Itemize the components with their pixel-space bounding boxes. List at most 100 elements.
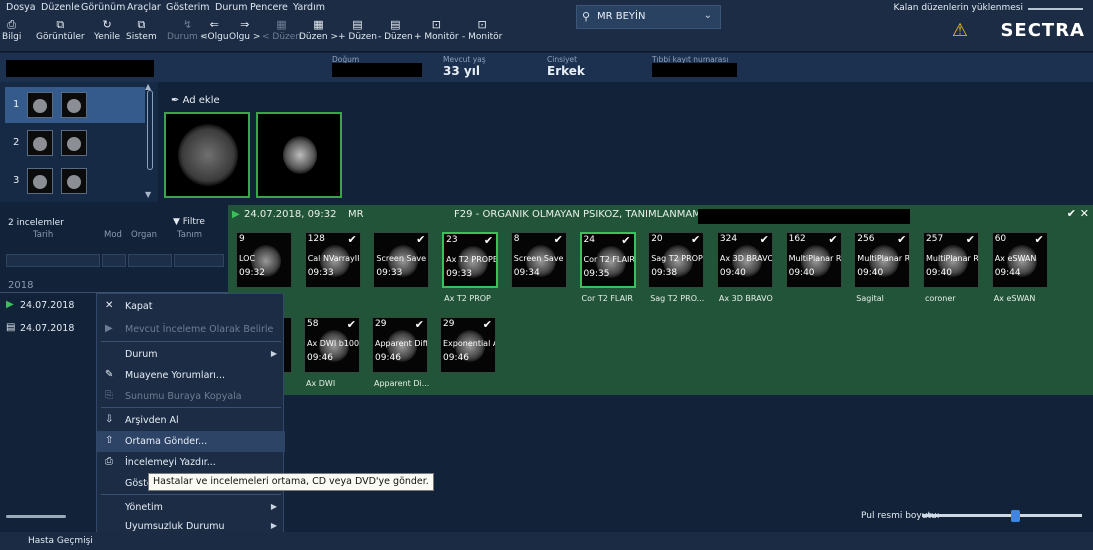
context-menu-item[interactable]: ✕ Kapat bbox=[97, 296, 285, 317]
study-row[interactable]: ▤ 24.07.2018 bbox=[4, 320, 94, 338]
column-modality[interactable]: Mod bbox=[104, 230, 122, 240]
history-tab[interactable]: Hasta Geçmişi bbox=[28, 536, 93, 546]
modality-filter-input[interactable] bbox=[102, 254, 126, 267]
toolbar-button[interactable]: ⊡ - Monitör bbox=[462, 18, 502, 42]
series-thumbnail[interactable]: 60 Ax eSWAN 09:44 ✔ bbox=[991, 232, 1048, 288]
menu-help[interactable]: Yardım bbox=[293, 2, 325, 13]
toolbar-button[interactable]: ⎙ Bilgi bbox=[2, 18, 21, 42]
prev-case-icon: ⇐ bbox=[209, 18, 219, 31]
remove-layout-icon: ▤ bbox=[390, 18, 401, 31]
checkmark-icon: ✔ bbox=[414, 318, 424, 331]
series-thumbnail[interactable]: 257 MultiPlanar R 09:40 ✔ bbox=[923, 232, 979, 288]
series-time: 09:40 bbox=[719, 268, 746, 278]
toolbar-button[interactable]: ▤ - Düzen bbox=[378, 18, 413, 42]
image-thumbnail[interactable] bbox=[164, 112, 250, 198]
context-menu-item[interactable]: ⎙ İncelemeyi Yazdır... bbox=[97, 452, 285, 473]
series-caption: Sagital bbox=[856, 294, 884, 303]
series-thumbnail[interactable]: 162 MultiPlanar R 09:40 ✔ bbox=[785, 232, 842, 288]
study-row[interactable]: ▶ 24.07.2018 bbox=[4, 297, 94, 315]
series-thumbnail[interactable]: 9 LOC 09:32 bbox=[236, 232, 292, 288]
date-filter-input[interactable] bbox=[6, 254, 100, 267]
bottom-bar bbox=[0, 532, 1093, 550]
context-menu-item[interactable]: ⇧ Ortama Gönder... bbox=[97, 431, 285, 452]
menu-file[interactable]: Dosya bbox=[6, 2, 36, 13]
image-thumbnail[interactable] bbox=[256, 112, 342, 198]
series-thumbnail[interactable]: 128 Cal NVarrayII 09:33 ✔ bbox=[304, 232, 361, 288]
series-thumbnail[interactable]: 29 Exponential A 09:46 ✔ bbox=[440, 317, 496, 373]
checkmark-icon: ✔ bbox=[416, 233, 426, 246]
series-thumbnail[interactable]: Screen Save 09:33 ✔ bbox=[373, 232, 430, 288]
menu-window[interactable]: Pencere bbox=[250, 2, 288, 13]
context-menu-item[interactable]: ▶ Mevcut İnceleme Olarak Belirle bbox=[97, 319, 285, 340]
toolbar-button[interactable]: ⧉ Sistem bbox=[126, 18, 157, 42]
toolbar-button[interactable]: ↻ Yenile bbox=[94, 18, 120, 42]
toolbar-button[interactable]: ▦ Düzen > bbox=[299, 18, 338, 42]
menu-separator bbox=[101, 494, 281, 495]
filter-label: Filtre bbox=[182, 217, 205, 227]
context-menu-label: Uyumsuzluk Durumu bbox=[125, 521, 225, 532]
series-scrollbar[interactable] bbox=[147, 90, 153, 170]
age-value: 33 yıl bbox=[443, 64, 480, 78]
series-thumbnail[interactable]: 8 Screen Save 09:34 ✔ bbox=[510, 232, 567, 288]
series-image-count: 256 bbox=[857, 234, 875, 244]
thumbnail-size-slider[interactable] bbox=[922, 510, 1082, 522]
context-menu-item[interactable]: Durum ▶ bbox=[97, 344, 285, 365]
tooltip: Hastalar ve incelemeleri ortama, CD veya… bbox=[148, 473, 434, 491]
menu-tools[interactable]: Araçlar bbox=[127, 2, 161, 13]
close-icon: ✕ bbox=[105, 300, 114, 311]
context-menu-item[interactable]: ⇩ Arşivden Al bbox=[97, 410, 285, 431]
column-description[interactable]: Tanım bbox=[177, 230, 202, 240]
menu-edit[interactable]: Düzenle bbox=[41, 2, 80, 13]
series-row[interactable]: 1 bbox=[5, 87, 145, 123]
series-image-count: 20 bbox=[651, 234, 663, 244]
column-date[interactable]: Tarih bbox=[33, 230, 53, 240]
check-close-icons[interactable]: ✔ ✕ bbox=[1067, 207, 1089, 220]
series-thumbnail[interactable]: 58 Ax DWI b1000 09:46 ✔ bbox=[304, 317, 360, 373]
series-mini-thumb bbox=[27, 168, 53, 194]
toolbar-button[interactable]: ⇐ <Olgu bbox=[200, 18, 229, 42]
series-row[interactable]: 3 bbox=[5, 163, 145, 199]
checkmark-icon: ✔ bbox=[828, 233, 838, 246]
current-study-icon: ▶ bbox=[6, 299, 14, 310]
series-time: 09:32 bbox=[239, 268, 265, 278]
menu-separator bbox=[101, 407, 281, 408]
context-menu-item[interactable]: ✎ Muayene Yorumları... bbox=[97, 365, 285, 386]
series-image-count: 58 bbox=[307, 319, 319, 329]
study-title: F29 - ORGANIK OLMAYAN PSIKOZ, TANIMLANMA… bbox=[454, 209, 714, 220]
series-thumbnail[interactable]: 29 Apparent Diff 09:46 ✔ bbox=[372, 317, 428, 373]
series-thumbnail[interactable]: 256 MultiPlanar R 09:40 ✔ bbox=[854, 232, 911, 288]
menu-status[interactable]: Durum bbox=[215, 2, 248, 13]
description-filter-input[interactable] bbox=[174, 254, 224, 267]
context-menu-label: Durum bbox=[125, 349, 158, 360]
series-thumbnail[interactable]: 324 Ax 3D BRAVO 09:40 ✔ bbox=[716, 232, 773, 288]
series-thumbnail[interactable]: 23 Ax T2 PROPEL 09:33 ✔ bbox=[442, 232, 499, 288]
slider-handle[interactable] bbox=[1010, 510, 1020, 522]
protocol-dropdown[interactable]: ⚲ MR BEYİN ⌄ bbox=[576, 5, 721, 29]
scroll-down-icon[interactable]: ▼ bbox=[145, 190, 151, 199]
horizontal-scrollbar[interactable] bbox=[6, 515, 66, 518]
study-header[interactable]: ▶ 24.07.2018, 09:32 MR F29 - ORGANIK OLM… bbox=[228, 205, 1093, 227]
series-row[interactable]: 2 bbox=[5, 125, 145, 161]
checkmark-icon: ✔ bbox=[347, 233, 357, 246]
series-thumbnail[interactable]: 24 Cor T2 FLAIR 09:35 ✔ bbox=[579, 232, 636, 288]
add-name-button[interactable]: ✒ Ad ekle bbox=[171, 95, 220, 106]
context-menu-item[interactable]: Yönetim ▶ bbox=[97, 497, 285, 518]
remove-monitor-icon: ⊡ bbox=[477, 18, 487, 31]
study-icon: ▤ bbox=[6, 322, 16, 333]
organ-filter-input[interactable] bbox=[128, 254, 172, 267]
series-thumbnail[interactable]: 20 Sag T2 PROPI 09:38 ✔ bbox=[648, 232, 705, 288]
filter-button[interactable]: ▼ Filtre bbox=[173, 217, 205, 227]
toolbar-button[interactable]: ⊡ + Monitör bbox=[414, 18, 459, 42]
toolbar-button[interactable]: ⧉ Görüntüler bbox=[36, 18, 85, 42]
print-icon: ⎙ bbox=[105, 456, 113, 467]
toolbar-button[interactable]: ⇒ Olgu > bbox=[229, 18, 260, 42]
loading-progress-bar bbox=[1028, 8, 1083, 10]
warning-icon[interactable]: ⚠ bbox=[952, 20, 968, 41]
column-organ[interactable]: Organ bbox=[131, 230, 157, 240]
toolbar-button[interactable]: ▤ + Düzen bbox=[338, 18, 377, 42]
context-menu-item[interactable]: ⎘ Sunumu Buraya Kopyala bbox=[97, 386, 285, 407]
menu-view[interactable]: Görünüm bbox=[81, 2, 125, 13]
series-row-number: 2 bbox=[13, 137, 20, 148]
toolbar-button[interactable]: ▦ < Düzen bbox=[262, 18, 301, 42]
menu-display[interactable]: Gösterim bbox=[166, 2, 210, 13]
